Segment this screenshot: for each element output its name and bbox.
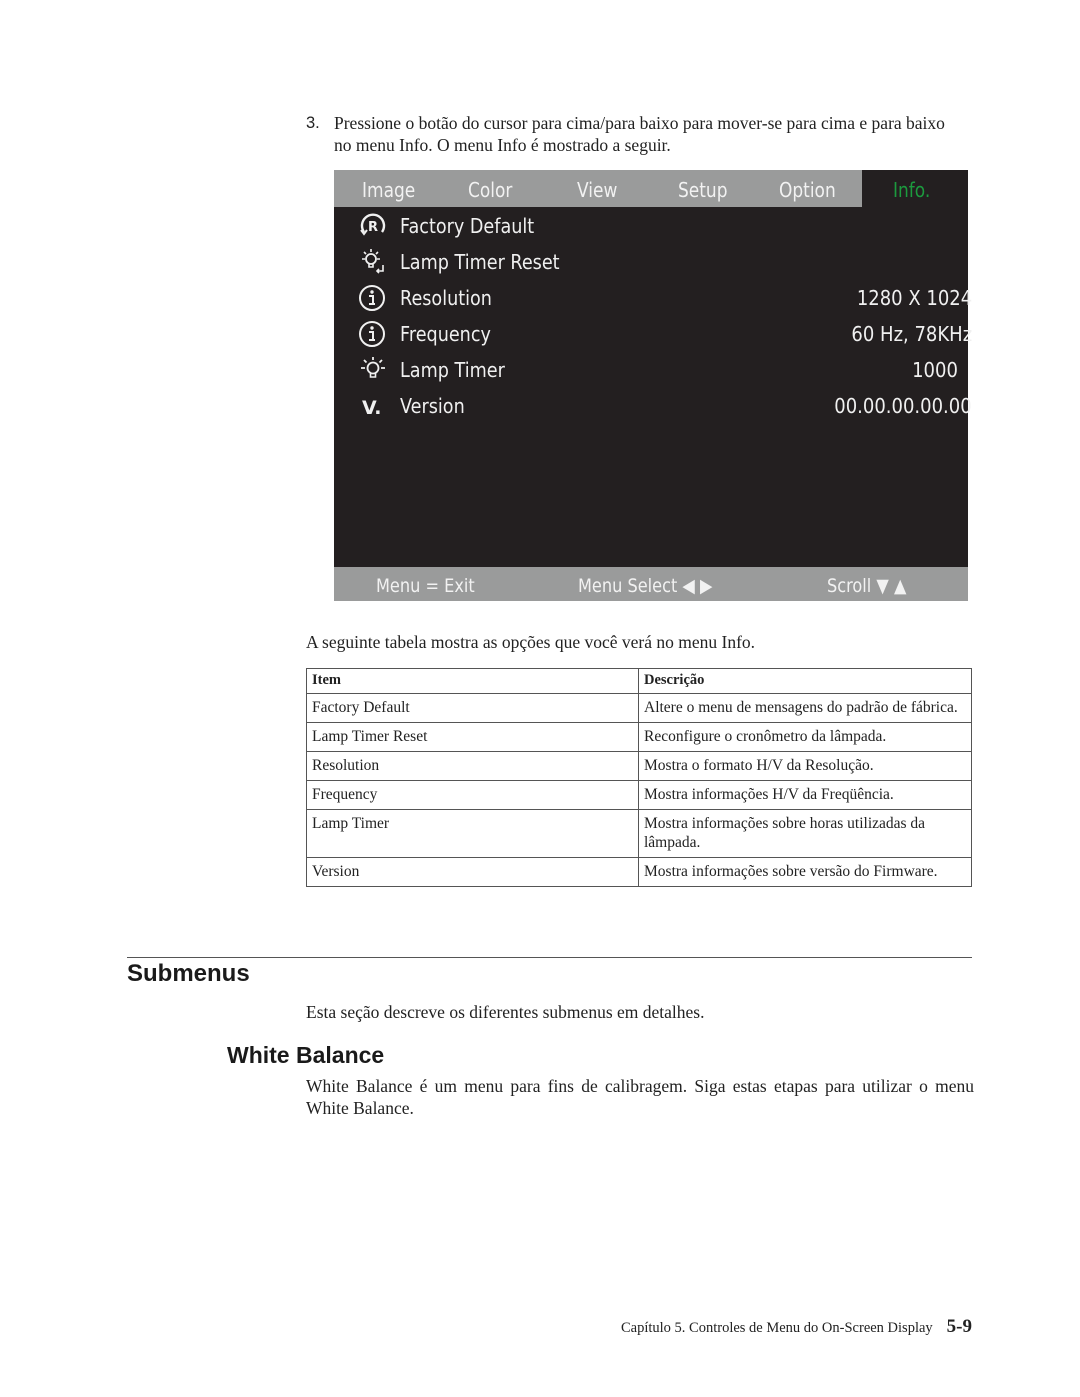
osd-item-value: 1000: [912, 358, 958, 382]
osd-tab-option: Option: [779, 178, 836, 202]
cell-description: Mostra o formato H/V da Resolução.: [638, 751, 972, 781]
factory-reset-icon: R: [360, 213, 386, 236]
osd-item-lamp-timer: Lamp Timer 1000: [358, 353, 958, 387]
heading-submenus: Submenus: [127, 960, 250, 987]
svg-text:V.: V.: [362, 397, 381, 419]
osd-item-frequency: Frequency 60 Hz, 78KHz: [358, 317, 972, 351]
osd-item-version: V. Version 00.00.00.00.00: [358, 389, 972, 423]
page-footer: Capítulo 5. Controles de Menu do On-Scre…: [621, 1316, 972, 1338]
osd-item-label: Resolution: [400, 286, 492, 310]
osd-item-label: Lamp Timer: [400, 358, 505, 382]
info-icon: [359, 285, 385, 311]
osd-item-value: 60 Hz, 78KHz: [851, 322, 972, 346]
table-row: Lamp Timer Reset Reconfigure o cronômetr…: [306, 722, 972, 752]
osd-item-value: 1280 X 1024: [856, 286, 972, 310]
heading-white-balance: White Balance: [227, 1042, 385, 1068]
osd-tab-info: Info.: [893, 178, 931, 202]
table-row: Lamp Timer Mostra informações sobre hora…: [306, 809, 972, 858]
step-3: 3. Pressione o botão do cursor para cima…: [306, 112, 966, 156]
cell-item: Lamp Timer Reset: [306, 722, 639, 752]
cell-description: Reconfigure o cronômetro da lâmpada.: [638, 722, 972, 752]
white-balance-description: White Balance é um menu para fins de cal…: [306, 1076, 974, 1118]
osd-tab-view: View: [577, 178, 618, 202]
cell-item: Resolution: [306, 751, 639, 781]
table-row: Frequency Mostra informações H/V da Freq…: [306, 780, 972, 810]
table-row: Factory Default Altere o menu de mensage…: [306, 693, 972, 723]
osd-item-label: Lamp Timer Reset: [400, 250, 560, 274]
chapter-title: Capítulo 5. Controles de Menu do On-Scre…: [620, 1320, 933, 1336]
cell-description: Mostra informações sobre horas utilizada…: [638, 809, 972, 858]
page-number: 5-9: [946, 1316, 972, 1337]
osd-item-label: Factory Default: [400, 214, 535, 238]
section-divider: [127, 957, 972, 958]
osd-tab-color: Color: [468, 178, 513, 202]
osd-item-value: 00.00.00.00.00: [834, 394, 972, 418]
cell-item: Factory Default: [306, 693, 639, 723]
cell-description: Altere o menu de mensagens do padrão de …: [638, 693, 972, 723]
osd-footer-bar: Menu = Exit Menu Select ◀ ▶ Scroll ▼ ▲: [334, 567, 968, 601]
osd-item-factory-default: R Factory Default: [358, 209, 958, 243]
osd-footer-exit: Menu = Exit: [376, 575, 475, 597]
osd-item-label: Frequency: [400, 322, 491, 346]
cell-description: Mostra informações sobre versão do Firmw…: [638, 857, 972, 887]
column-header-item: Item: [306, 668, 639, 694]
cell-item: Lamp Timer: [306, 809, 639, 858]
table-row: Resolution Mostra o formato H/V da Resol…: [306, 751, 972, 781]
osd-tab-image: Image: [362, 178, 416, 202]
info-options-table: Item Descrição Factory Default Altere o …: [306, 668, 972, 887]
lamp-icon: [361, 357, 385, 378]
osd-footer-scroll: Scroll ▼ ▲: [827, 575, 907, 597]
cell-description: Mostra informações H/V da Freqüência.: [638, 780, 972, 810]
osd-menu-screenshot: Image Color View Setup Option Info. R Fa…: [334, 170, 972, 601]
table-header-row: Item Descrição: [306, 668, 972, 694]
step-text: Pressione o botão do cursor para cima/pa…: [334, 113, 945, 155]
osd-tab-setup: Setup: [678, 178, 728, 202]
osd-item-resolution: Resolution 1280 X 1024: [358, 281, 972, 315]
info-icon: [359, 321, 385, 347]
osd-footer-select: Menu Select ◀ ▶: [578, 575, 713, 597]
osd-item-lamp-timer-reset: Lamp Timer Reset: [358, 245, 958, 279]
lamp-reset-icon: [362, 249, 384, 274]
version-icon: V.: [362, 397, 381, 419]
column-header-description: Descrição: [638, 668, 972, 694]
table-row: Version Mostra informações sobre versão …: [306, 857, 972, 887]
svg-text:R: R: [368, 220, 378, 235]
table-intro: A seguinte tabela mostra as opções que v…: [306, 632, 756, 652]
step-number: 3.: [306, 114, 320, 132]
cell-item: Frequency: [306, 780, 639, 810]
submenus-description: Esta seção descreve os diferentes submen…: [306, 1002, 705, 1022]
cell-item: Version: [306, 857, 639, 887]
osd-item-label: Version: [400, 394, 465, 418]
